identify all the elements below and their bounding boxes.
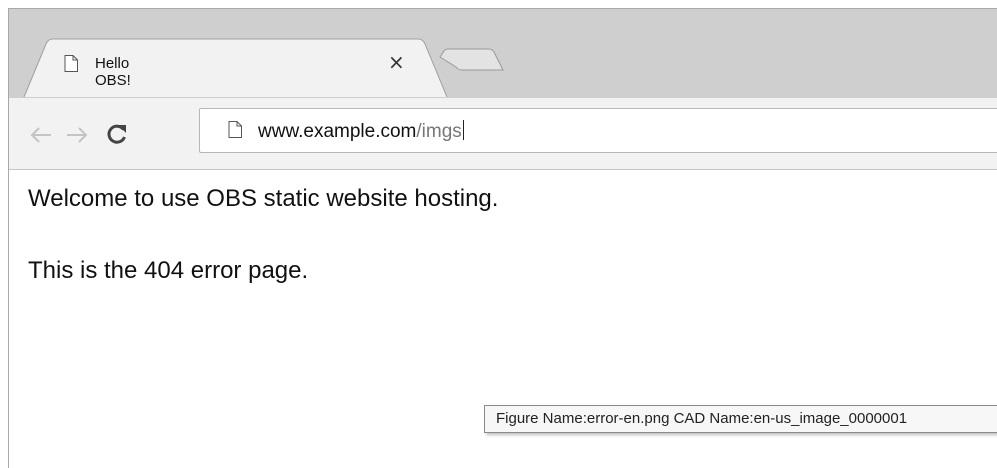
error-text: This is the 404 error page.: [28, 257, 309, 284]
new-tab-button[interactable]: [440, 49, 503, 70]
url-path: /imgs: [416, 121, 462, 142]
tab-close-button[interactable]: ×: [388, 52, 405, 72]
back-arrow-icon[interactable]: [30, 126, 52, 144]
document-icon: [64, 55, 78, 72]
address-bar[interactable]: www.example.com/imgs: [199, 108, 997, 153]
url-host: www.example.com: [258, 121, 417, 142]
tab-title: Hello OBS!: [95, 55, 131, 89]
forward-arrow-icon[interactable]: [66, 126, 88, 144]
welcome-text: Welcome to use OBS static website hostin…: [28, 185, 499, 212]
reload-icon[interactable]: [106, 123, 128, 145]
text-caret: [462, 120, 464, 140]
url-text: www.example.com/imgs: [258, 120, 464, 143]
document-icon: [228, 121, 242, 138]
tooltip: Figure Name:error-en.png CAD Name:en-us_…: [484, 405, 997, 433]
